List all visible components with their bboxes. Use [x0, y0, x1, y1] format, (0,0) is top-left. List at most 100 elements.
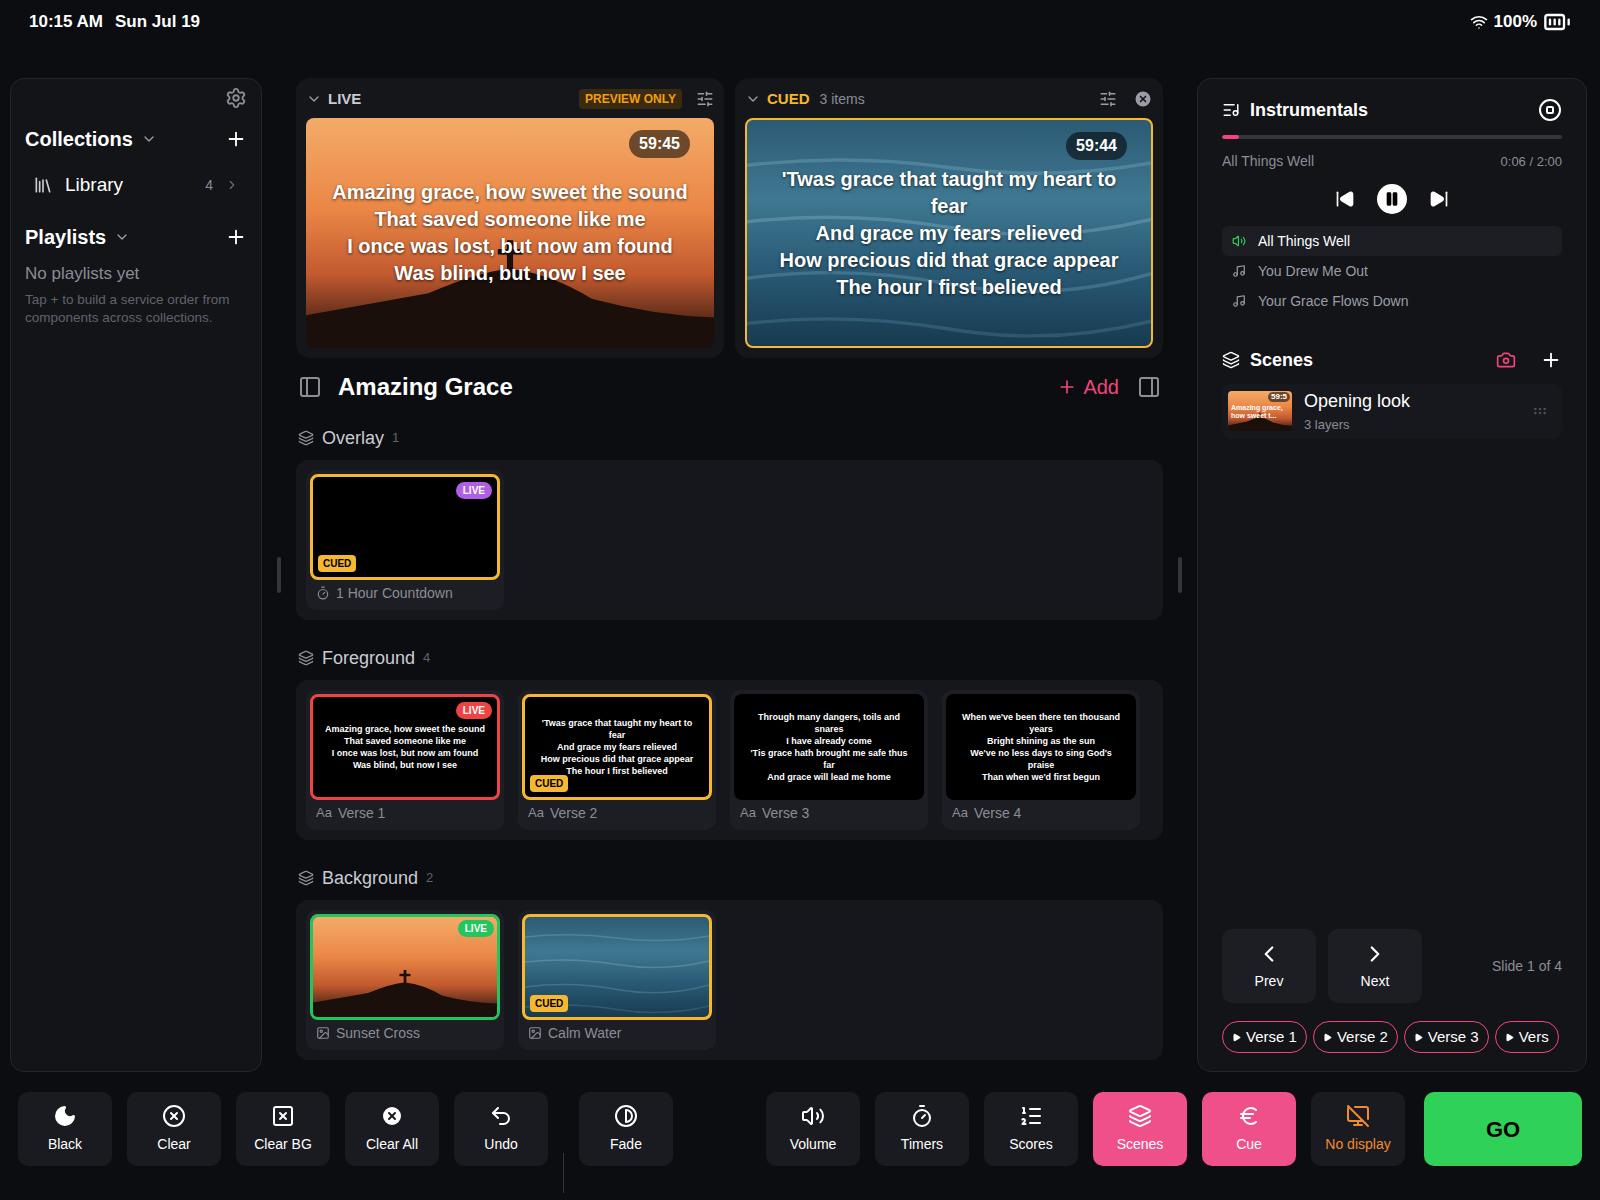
toolbar-button[interactable]: Cue: [1202, 1092, 1296, 1166]
scene-thumb-line: Amazing grace,: [1231, 404, 1283, 412]
layer-card[interactable]: CUEDCalm Water: [518, 910, 716, 1050]
scene-item[interactable]: 59:5 Amazing grace,how sweet t... Opening …: [1222, 384, 1562, 439]
verse-chip[interactable]: Verse 1: [1222, 1021, 1307, 1053]
track-row[interactable]: All Things Well: [1222, 226, 1562, 256]
toolbar-button[interactable]: Clear: [127, 1092, 221, 1166]
play-pause-button[interactable]: [1377, 184, 1407, 214]
card-thumbnail: LIVECUED: [310, 474, 500, 580]
scenes-icon: [1128, 1104, 1152, 1128]
layer-card[interactable]: CUED'Twas grace that taught my heart to …: [518, 690, 716, 830]
lyric-line: How precious did that grace appear: [541, 753, 694, 765]
picture: 59:5 Amazing grace,how sweet t...: [1228, 391, 1292, 431]
toggle-inspector-icon[interactable]: [1137, 375, 1161, 399]
next-track-icon[interactable]: [1429, 189, 1449, 209]
timer-badge: 59:44: [1066, 132, 1127, 160]
resize-handle[interactable]: [1163, 78, 1197, 1072]
playlists-empty-title: No playlists yet: [25, 261, 247, 287]
next-button[interactable]: Next: [1328, 929, 1422, 1003]
lyric-line: The hour I first believed: [566, 765, 668, 777]
lyric-line: That saved someone like me: [344, 735, 466, 747]
settings-icon[interactable]: [696, 90, 714, 108]
scene-thumb-timer: 59:5: [1268, 392, 1290, 402]
lyric-line: Was blind, but now I see: [353, 759, 457, 771]
speaker-icon: [1232, 234, 1246, 248]
capture-scene-icon[interactable]: [1496, 350, 1516, 370]
verse-chip[interactable]: Verse 3: [1404, 1021, 1489, 1053]
status-bar: 10:15 AMSun Jul 19100%: [0, 0, 1600, 40]
stop-icon[interactable]: [1538, 98, 1562, 122]
toolbar-button[interactable]: Fade: [579, 1092, 673, 1166]
layer-icon: [298, 870, 314, 886]
chevron-down-icon[interactable]: [306, 91, 322, 107]
layer-card[interactable]: LIVESunset Cross: [306, 910, 504, 1050]
drag-handle-icon[interactable]: [1532, 403, 1548, 419]
layer-card[interactable]: LIVECUED 1 Hour Countdown: [306, 470, 504, 610]
lyrics: When we've been there ten thousand years…: [949, 697, 1133, 797]
card-label: Calm Water: [548, 1023, 621, 1044]
music-note-icon: [1232, 264, 1246, 278]
playlists-header[interactable]: Playlists: [25, 219, 247, 255]
presentation-title: Amazing Grace: [338, 369, 513, 405]
music-note-icon: [1232, 294, 1246, 308]
layer-count: 1: [392, 428, 399, 448]
live-badge: LIVE: [456, 482, 492, 499]
verse-chip[interactable]: Vers: [1495, 1021, 1559, 1053]
track-row[interactable]: Your Grace Flows Down: [1222, 286, 1562, 316]
layer-card[interactable]: When we've been there ten thousand years…: [942, 690, 1140, 830]
scene-name: Opening look: [1304, 388, 1520, 415]
collections-header[interactable]: Collections: [25, 121, 247, 157]
layer-section: Overlay1LIVECUED1 Hour Countdown: [296, 418, 1163, 620]
settings-icon[interactable]: [225, 87, 247, 109]
chevron-down-icon[interactable]: [745, 91, 761, 107]
text-icon: Aa: [952, 803, 968, 823]
clear-icon: [162, 1104, 186, 1128]
clear-cued-icon[interactable]: [1133, 89, 1153, 109]
toolbar-button[interactable]: Undo: [454, 1092, 548, 1166]
picture: 59:44'Twas grace that taught my heart to…: [745, 118, 1153, 348]
app: 10:15 AMSun Jul 19100% Collections Library…: [0, 0, 1600, 1200]
plus-icon: [1057, 377, 1077, 397]
toolbar-button[interactable]: Scenes: [1093, 1092, 1187, 1166]
verse-chip[interactable]: Verse 2: [1313, 1021, 1398, 1053]
previous-track-icon[interactable]: [1335, 189, 1355, 209]
lyric-line: I once was lost, but now am found: [347, 233, 673, 260]
sidebar: Collections Library4 Playlists No playlists…: [10, 78, 262, 1072]
toolbar-button[interactable]: No display: [1311, 1092, 1405, 1166]
card-label: 1 Hour Countdown: [336, 583, 453, 604]
toggle-sidebar-icon[interactable]: [298, 375, 322, 399]
toolbar-button[interactable]: Scores: [984, 1092, 1078, 1166]
toolbar-button[interactable]: Clear BG: [236, 1092, 330, 1166]
toolbar-button[interactable]: Volume: [766, 1092, 860, 1166]
layer-card[interactable]: Through many dangers, toils and snaresI …: [730, 690, 928, 830]
prev-button[interactable]: Prev: [1222, 929, 1316, 1003]
lyric-line: Than when we'd first begun: [982, 771, 1100, 783]
add-button[interactable]: Add: [1057, 372, 1119, 402]
layer-card[interactable]: LIVEAmazing grace, how sweet the soundTh…: [306, 690, 504, 830]
go-button[interactable]: GO: [1424, 1092, 1582, 1166]
toolbar-divider: [563, 1153, 564, 1193]
collection-item[interactable]: Library4: [25, 165, 247, 205]
add-scene-icon[interactable]: [1540, 349, 1562, 371]
toolbar-button[interactable]: Clear All: [345, 1092, 439, 1166]
battery-icon: [1543, 8, 1571, 36]
add-playlist-icon[interactable]: [225, 226, 247, 248]
add-collection-icon[interactable]: [225, 128, 247, 150]
lyric-line: Was blind, but now I see: [394, 260, 626, 287]
settings-icon[interactable]: [1099, 90, 1117, 108]
track-row[interactable]: You Drew Me Out: [1222, 256, 1562, 286]
progress-track[interactable]: [1222, 135, 1562, 139]
toolbar-button[interactable]: Black: [18, 1092, 112, 1166]
layer-name: Background: [322, 865, 418, 892]
scores-icon: [1019, 1104, 1043, 1128]
play-icon: [1232, 1033, 1241, 1042]
card-label: Verse 3: [762, 803, 809, 824]
scene-thumb-line: how sweet t...: [1231, 412, 1283, 420]
lyric-line: Amazing grace, how sweet the sound: [325, 723, 485, 735]
resize-handle[interactable]: [262, 78, 296, 1072]
chevron-down-icon: [114, 229, 130, 245]
toolbar-button[interactable]: Timers: [875, 1092, 969, 1166]
image-icon: [316, 1026, 330, 1040]
status-time: 10:15 AM: [29, 9, 103, 35]
card-label: Verse 4: [974, 803, 1021, 824]
lyric-line: Amazing grace, how sweet the sound: [332, 179, 688, 206]
